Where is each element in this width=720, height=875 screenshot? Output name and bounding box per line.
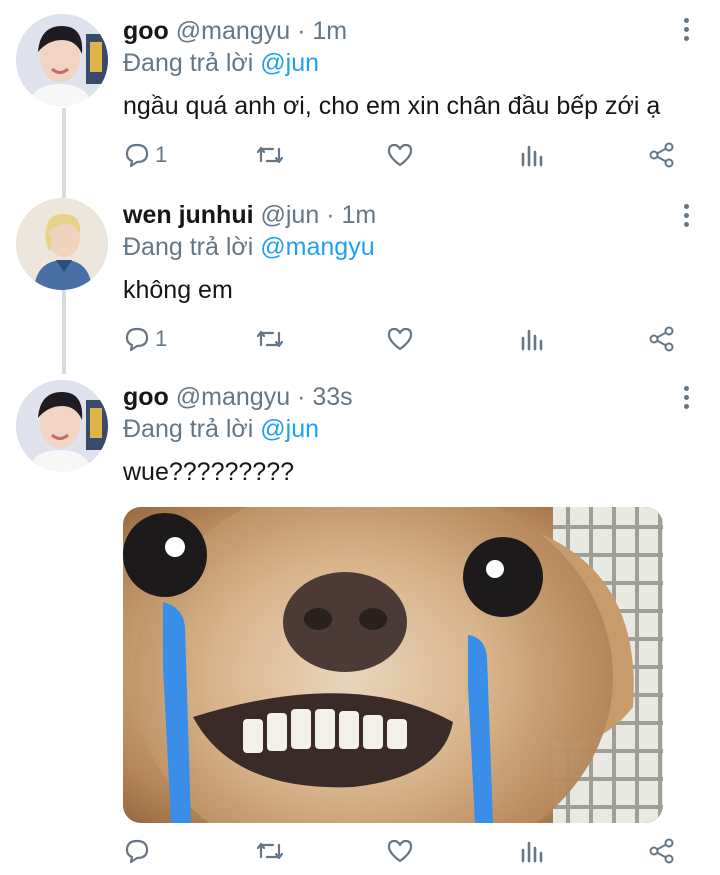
more-icon[interactable]	[684, 204, 690, 228]
replying-to-label: Đang trả lời	[123, 233, 254, 261]
like-icon	[387, 839, 413, 863]
share-button[interactable]	[648, 140, 676, 170]
author-handle[interactable]: @mangyu	[176, 383, 290, 411]
tweet-photo[interactable]	[123, 507, 663, 823]
like-button[interactable]	[386, 324, 414, 354]
tweet-actions	[123, 836, 683, 866]
retweet-icon	[256, 146, 284, 164]
reply-count: 1	[155, 142, 168, 167]
replying-to: Đang trả lời @jun	[123, 48, 700, 78]
reply-icon	[125, 327, 149, 352]
analytics-icon	[521, 145, 543, 167]
thread-line	[62, 290, 66, 374]
analytics-icon	[521, 841, 543, 863]
author-handle[interactable]: @mangyu	[176, 17, 290, 45]
crying-dog-image	[123, 507, 663, 823]
share-button[interactable]	[648, 836, 676, 866]
reply-count: 1	[155, 326, 168, 351]
share-icon	[649, 838, 674, 864]
tweet-2[interactable]: wen junhui @jun · 1m Đang trả lời @mangy…	[0, 190, 720, 374]
more-icon[interactable]	[684, 18, 690, 42]
share-button[interactable]	[648, 324, 676, 354]
avatar-jun-image	[16, 198, 108, 290]
retweet-button[interactable]	[255, 324, 285, 354]
replying-to: Đang trả lời @jun	[123, 414, 700, 444]
tweet-time[interactable]: · 1m	[297, 17, 347, 45]
replying-to-label: Đang trả lời	[123, 415, 254, 443]
avatar-goo-image	[16, 380, 108, 472]
tweet-1[interactable]: goo @mangyu · 1m Đang trả lời @jun ngầu …	[0, 0, 720, 192]
tweet-time[interactable]: · 33s	[297, 383, 353, 411]
tweet-text: wue?????????	[123, 458, 294, 486]
analytics-button[interactable]	[518, 140, 546, 170]
like-icon	[387, 327, 413, 351]
reply-button[interactable]: 1	[123, 140, 167, 170]
thread-line	[62, 190, 66, 198]
tweet-actions: 1	[123, 324, 683, 354]
mention-link[interactable]: @jun	[260, 415, 319, 443]
author-name[interactable]: goo	[123, 383, 169, 411]
analytics-icon	[521, 329, 543, 351]
retweet-button[interactable]	[255, 836, 285, 866]
share-icon	[649, 326, 674, 352]
reply-button[interactable]	[123, 836, 155, 866]
tweet-text: ngầu quá anh ơi, cho em xin chân đầu bếp…	[123, 92, 661, 120]
mention-link[interactable]: @jun	[260, 49, 319, 77]
analytics-button[interactable]	[518, 836, 546, 866]
retweet-button[interactable]	[255, 140, 285, 170]
replying-to-label: Đang trả lời	[123, 49, 254, 77]
author-name[interactable]: wen junhui	[123, 201, 254, 229]
retweet-icon	[256, 330, 284, 348]
author-handle[interactable]: @jun	[261, 201, 320, 229]
replying-to: Đang trả lời @mangyu	[123, 232, 700, 262]
tweet-text: không em	[123, 276, 233, 304]
mention-link[interactable]: @mangyu	[260, 233, 374, 261]
more-icon[interactable]	[684, 386, 690, 410]
analytics-button[interactable]	[518, 324, 546, 354]
reply-button[interactable]: 1	[123, 324, 167, 354]
avatar-goo-image	[16, 14, 108, 106]
tweet-actions: 1	[123, 140, 683, 170]
reply-icon	[125, 143, 149, 168]
avatar-goo[interactable]	[16, 14, 108, 106]
retweet-icon	[256, 842, 284, 860]
reply-icon	[125, 839, 149, 864]
like-button[interactable]	[386, 836, 414, 866]
like-button[interactable]	[386, 140, 414, 170]
tweet-time[interactable]: · 1m	[326, 201, 376, 229]
thread-line	[62, 108, 66, 192]
like-icon	[387, 143, 413, 167]
author-name[interactable]: goo	[123, 17, 169, 45]
avatar-goo[interactable]	[16, 380, 108, 472]
avatar-jun[interactable]	[16, 198, 108, 290]
share-icon	[649, 142, 674, 168]
